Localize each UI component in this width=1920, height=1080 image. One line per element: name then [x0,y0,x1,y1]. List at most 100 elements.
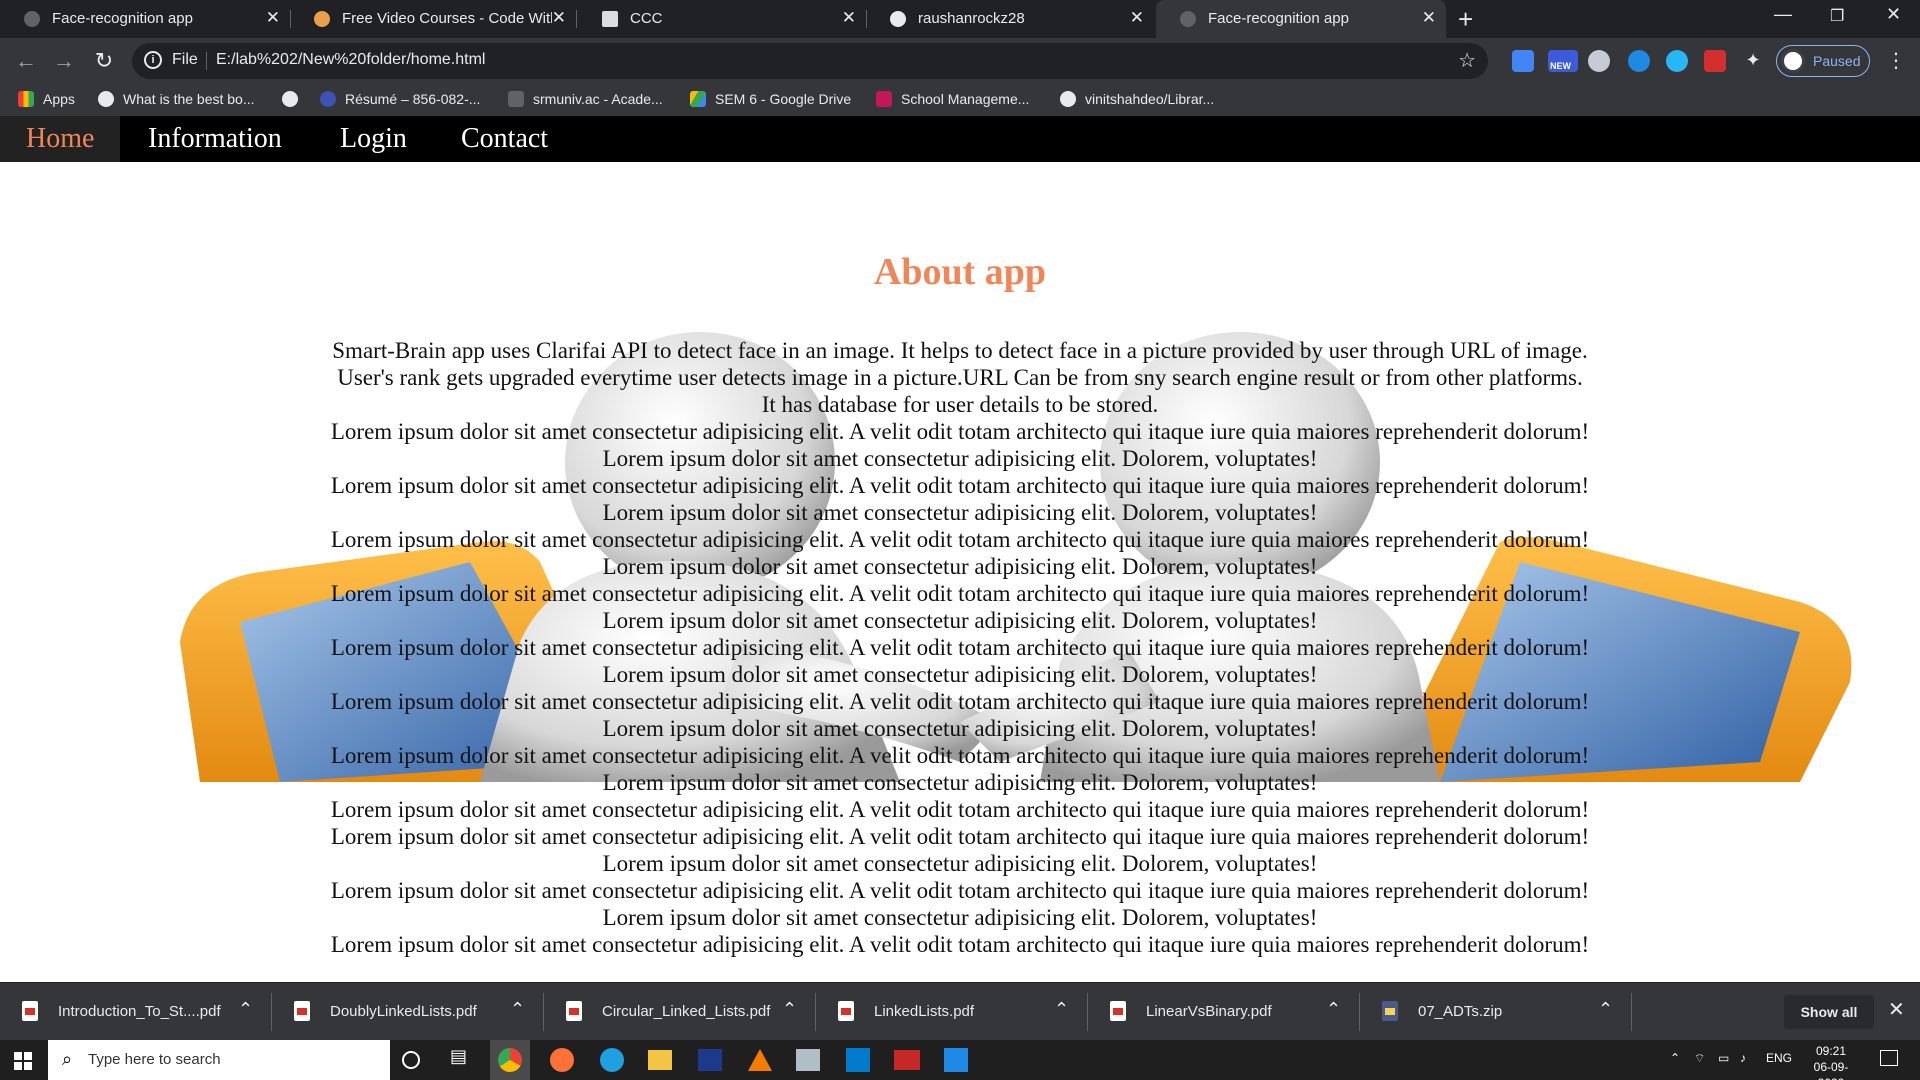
close-tab-icon[interactable]: ✕ [1130,8,1144,28]
download-item[interactable]: DoublyLinkedLists.pdf ⌃ [272,983,544,1041]
lorem-long-line: Lorem ipsum dolor sit amet consectetur a… [330,797,1590,822]
vlc-icon[interactable] [748,1049,772,1071]
close-tab-icon[interactable]: ✕ [1422,8,1436,28]
bookmark-apps[interactable]: Apps [18,91,75,107]
lorem-long-line: Lorem ipsum dolor sit amet consectetur a… [330,932,1590,957]
tab-4[interactable]: raushanrockz28 ✕ [866,0,1154,38]
taskbar-clock[interactable]: 09:21 06-09-2020 [1802,1043,1860,1080]
restore-icon[interactable]: ❐ [1830,6,1844,26]
extension-icon[interactable] [1666,50,1688,72]
avatar [1781,49,1805,73]
tab-5-active[interactable]: Face-recognition app ✕ [1156,0,1446,38]
extension-badge: NEW [1550,61,1571,71]
bookmark-item[interactable]: School Manageme... [876,91,1029,107]
chevron-up-icon[interactable]: ⌃ [782,999,797,1020]
download-item[interactable]: 07_ADTs.zip ⌃ [1360,983,1632,1041]
windows-taskbar: ⌕ Type here to search ▤ ⌃ ⌔ ▭ ♪ ENG 09:2… [0,1040,1920,1080]
app-icon[interactable] [796,1049,820,1071]
puzzle-extensions-icon[interactable]: ✦ [1742,50,1764,72]
minimize-icon[interactable]: — [1774,4,1792,25]
clock-time: 09:21 [1815,1044,1847,1058]
intro-line: Smart-Brain app uses Clarifai API to det… [332,338,1588,363]
globe-icon [98,91,114,107]
close-window-icon[interactable]: ✕ [1886,4,1901,25]
codewithharry-icon [314,11,330,27]
download-filename: Circular_Linked_Lists.pdf [602,1003,771,1020]
close-tab-icon[interactable]: ✕ [842,8,856,28]
nav-information[interactable]: Information [122,116,308,162]
vscode-icon[interactable] [846,1048,870,1072]
firefox-icon[interactable] [550,1048,574,1072]
cortana-icon[interactable] [402,1051,420,1069]
chrome-taskbar-button[interactable] [490,1040,530,1080]
chevron-up-icon[interactable]: ⌃ [1598,999,1613,1020]
close-shelf-icon[interactable]: ✕ [1888,997,1905,1022]
lorem-short-line: Lorem ipsum dolor sit amet consectetur a… [602,716,1318,741]
new-tab-icon[interactable]: + [1458,4,1473,35]
volume-icon[interactable]: ♪ [1740,1051,1746,1065]
chevron-up-icon[interactable]: ⌃ [1054,999,1069,1020]
extension-icon[interactable] [1704,50,1726,72]
globe-icon [282,91,298,107]
nav-login[interactable]: Login [314,116,433,162]
bookmark-item[interactable] [282,91,307,107]
lorem-long-line: Lorem ipsum dolor sit amet consectetur a… [330,473,1590,498]
address-bar[interactable]: i File E:/lab%202/New%20folder/home.html… [132,43,1488,79]
nav-home[interactable]: Home [0,116,121,162]
file-explorer-icon[interactable] [648,1050,672,1070]
url-text[interactable]: E:/lab%202/New%20folder/home.html [216,51,485,69]
nav-contact[interactable]: Contact [435,116,574,162]
download-item[interactable]: LinearVsBinary.pdf ⌃ [1088,983,1360,1041]
wifi-icon[interactable]: ⌔ [1694,1051,1705,1066]
close-tab-icon[interactable]: ✕ [552,8,566,28]
canva-icon [320,91,336,107]
new-extension-icon[interactable]: NEW [1548,50,1578,72]
powershell-icon[interactable] [698,1049,722,1071]
search-placeholder: Type here to search [88,1051,221,1068]
battery-icon[interactable]: ▭ [1718,1051,1729,1065]
winrar-icon[interactable] [894,1050,920,1070]
google-drive-icon [690,91,706,107]
bookmark-star-icon[interactable]: ☆ [1458,48,1476,73]
app-icon[interactable] [944,1048,968,1072]
bookmark-item[interactable]: Résumé – 856-082-... [320,91,480,107]
extension-icon[interactable] [1628,50,1650,72]
more-menu-icon[interactable]: ⋮ [1886,48,1906,73]
tab-1[interactable]: Face-recognition app ✕ [0,0,290,38]
download-filename: DoublyLinkedLists.pdf [330,1003,477,1020]
taskbar-search-box[interactable]: ⌕ Type here to search [48,1040,390,1080]
close-tab-icon[interactable]: ✕ [266,8,280,28]
task-view-icon[interactable]: ▤ [450,1046,478,1074]
language-indicator[interactable]: ENG [1766,1051,1792,1065]
intro-line: User's rank gets upgraded everytime user… [337,365,1583,390]
bookmark-item[interactable]: vinitshahdeo/Librar... [1060,91,1214,107]
translate-extension-icon[interactable] [1512,50,1534,72]
download-item[interactable]: Circular_Linked_Lists.pdf ⌃ [544,983,816,1041]
windows-start-icon[interactable] [14,1052,32,1070]
chevron-up-icon[interactable]: ⌃ [238,999,253,1020]
chevron-up-icon[interactable]: ⌃ [510,999,525,1020]
extension-icon[interactable] [1588,50,1610,72]
notifications-icon[interactable] [1880,1050,1898,1066]
back-icon[interactable]: ← [12,47,40,75]
show-all-button[interactable]: Show all [1784,995,1874,1029]
site-info-icon[interactable]: i [144,51,162,69]
reload-icon[interactable]: ↻ [90,47,118,75]
download-item[interactable]: LinkedLists.pdf ⌃ [816,983,1088,1041]
download-item[interactable]: Introduction_To_St....pdf ⌃ [0,983,272,1041]
edge-icon[interactable] [600,1048,624,1072]
bookmark-item[interactable]: What is the best bo... [98,91,255,107]
bookmark-label: SEM 6 - Google Drive [715,91,852,107]
tab-3[interactable]: CCC ✕ [578,0,866,38]
forward-icon[interactable]: → [50,47,78,75]
bookmark-item[interactable]: srmuniv.ac - Acade... [508,91,663,107]
bookmarks-bar: Apps What is the best bo... Résumé – 856… [0,84,1920,116]
chevron-up-icon[interactable]: ⌃ [1326,999,1341,1020]
profile-button[interactable]: Paused [1776,45,1870,77]
tab-2[interactable]: Free Video Courses - Code With ✕ [290,0,576,38]
download-shelf: Introduction_To_St....pdf ⌃ DoublyLinked… [0,982,1920,1040]
github-icon [1060,91,1076,107]
github-icon [890,11,906,27]
bookmark-item[interactable]: SEM 6 - Google Drive [690,91,851,107]
tray-overflow-icon[interactable]: ⌃ [1670,1051,1680,1065]
